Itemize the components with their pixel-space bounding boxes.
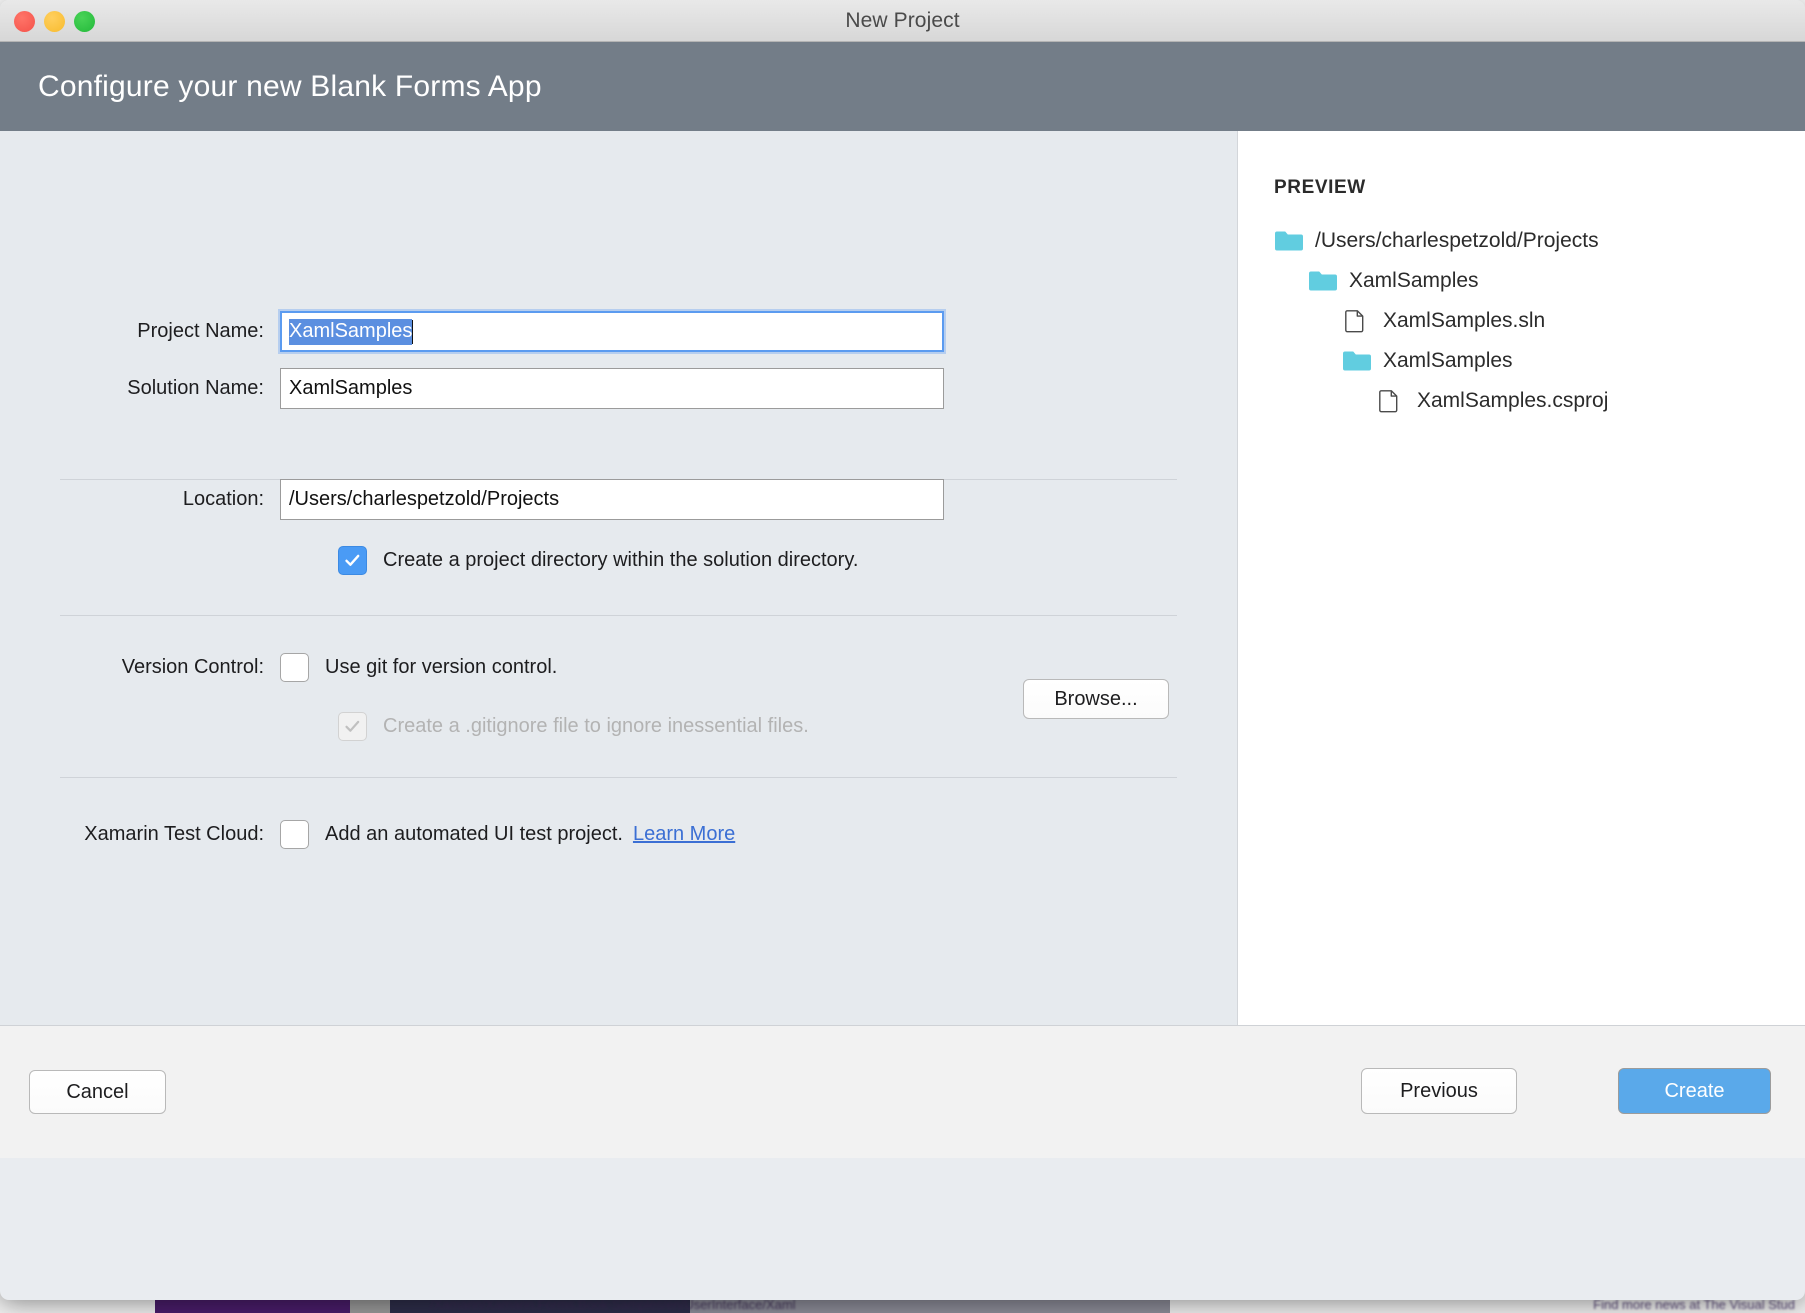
gitignore-checkbox (338, 712, 367, 741)
version-control-row: Version Control: Use git for version con… (0, 653, 557, 682)
separator-2 (60, 615, 1177, 616)
preview-tree-item: XamlSamples (1342, 341, 1805, 381)
use-git-checkbox[interactable] (280, 653, 309, 682)
learn-more-link[interactable]: Learn More (633, 823, 735, 846)
dialog-header-banner: Configure your new Blank Forms App (0, 42, 1805, 131)
preview-tree-item: XamlSamples.sln (1342, 301, 1805, 341)
checkmark-icon (343, 717, 362, 736)
use-git-label: Use git for version control. (325, 656, 557, 679)
preview-tree: /Users/charlespetzold/Projects XamlSample… (1274, 221, 1805, 421)
xamarin-test-cloud-label: Xamarin Test Cloud: (0, 823, 280, 846)
window-title: New Project (845, 9, 959, 33)
window-controls (14, 0, 95, 42)
location-value: /Users/charlespetzold/Projects (289, 488, 559, 511)
cancel-button[interactable]: Cancel (29, 1070, 166, 1114)
preview-heading: PREVIEW (1274, 177, 1805, 199)
minimize-window-button[interactable] (44, 11, 65, 32)
location-row: Location: /Users/charlespetzold/Projects (0, 479, 944, 520)
preview-panel: PREVIEW /Users/charlespetzold/Projects Xa… (1237, 131, 1805, 1025)
project-name-value: XamlSamples (289, 319, 412, 345)
solution-name-label: Solution Name: (0, 377, 280, 400)
gitignore-label: Create a .gitignore file to ignore iness… (383, 715, 809, 738)
location-label: Location: (0, 488, 280, 511)
preview-tree-item-label: XamlSamples (1349, 269, 1479, 293)
gitignore-row: Create a .gitignore file to ignore iness… (338, 712, 809, 741)
close-window-button[interactable] (14, 11, 35, 32)
dialog-footer: Cancel Previous Create (0, 1026, 1805, 1158)
preview-tree-item: /Users/charlespetzold/Projects (1274, 221, 1805, 261)
create-button[interactable]: Create (1618, 1068, 1771, 1114)
page-title: Configure your new Blank Forms App (38, 70, 542, 104)
preview-tree-item-label: XamlSamples.sln (1383, 309, 1545, 333)
window-titlebar: New Project (0, 0, 1805, 42)
solution-name-row: Solution Name: XamlSamples (0, 368, 944, 409)
previous-button[interactable]: Previous (1361, 1068, 1517, 1114)
solution-name-value: XamlSamples (289, 377, 412, 400)
dialog-body: Project Name: XamlSamples Solution Name:… (0, 131, 1805, 1026)
project-name-label: Project Name: (0, 320, 280, 343)
preview-tree-item: XamlSamples (1308, 261, 1805, 301)
preview-tree-item-label: /Users/charlespetzold/Projects (1315, 229, 1599, 253)
solution-name-input[interactable]: XamlSamples (280, 368, 944, 409)
file-icon (1376, 389, 1406, 413)
folder-icon (1274, 229, 1304, 253)
project-name-row: Project Name: XamlSamples (0, 311, 944, 352)
new-project-dialog: New Project Configure your new Blank For… (0, 0, 1805, 1300)
xamarin-test-cloud-row: Xamarin Test Cloud: Add an automated UI … (0, 820, 735, 849)
file-icon (1342, 309, 1372, 333)
checkmark-icon (343, 551, 362, 570)
ui-test-project-label: Add an automated UI test project. (325, 823, 623, 846)
configuration-form-panel: Project Name: XamlSamples Solution Name:… (0, 131, 1237, 1025)
text-caret (412, 320, 413, 344)
preview-tree-item-label: XamlSamples.csproj (1417, 389, 1608, 413)
folder-icon (1308, 269, 1338, 293)
project-directory-label: Create a project directory within the so… (383, 549, 858, 572)
version-control-label: Version Control: (0, 656, 280, 679)
ui-test-project-checkbox[interactable] (280, 820, 309, 849)
folder-icon (1342, 349, 1372, 373)
project-directory-checkbox[interactable] (338, 546, 367, 575)
project-name-input[interactable]: XamlSamples (280, 311, 944, 352)
zoom-window-button[interactable] (74, 11, 95, 32)
preview-tree-item-label: XamlSamples (1383, 349, 1513, 373)
separator-3 (60, 777, 1177, 778)
browse-button[interactable]: Browse... (1023, 679, 1169, 719)
location-input[interactable]: /Users/charlespetzold/Projects (280, 479, 944, 520)
preview-tree-item: XamlSamples.csproj (1376, 381, 1805, 421)
project-directory-row: Create a project directory within the so… (338, 546, 858, 575)
